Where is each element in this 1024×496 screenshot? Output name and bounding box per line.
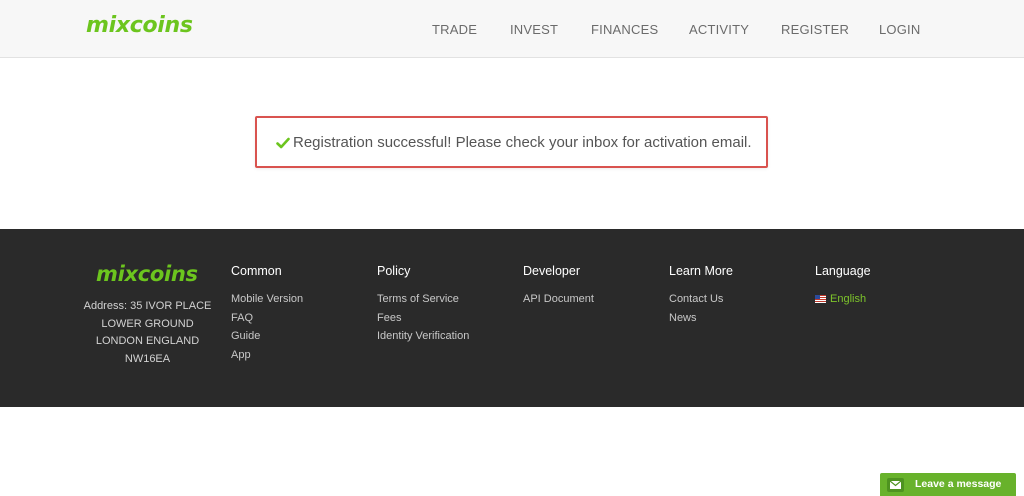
footer-column-learn-more: Learn More Contact Us News [669, 264, 733, 327]
footer-link-mobile-version[interactable]: Mobile Version [231, 290, 303, 309]
us-flag-icon [815, 295, 826, 303]
footer-link-fees[interactable]: Fees [377, 309, 469, 328]
success-message: Registration successful! Please check yo… [293, 134, 752, 151]
footer-column-title: Policy [377, 264, 411, 278]
language-english-link[interactable]: English [815, 290, 871, 309]
footer-link-terms-of-service[interactable]: Terms of Service [377, 290, 469, 309]
nav-activity[interactable]: ACTIVITY [689, 22, 749, 37]
address-line: Address: 35 IVOR PLACE [83, 300, 212, 312]
success-alert: Registration successful! Please check yo… [255, 116, 768, 168]
check-icon [276, 137, 290, 149]
nav-finances[interactable]: FINANCES [591, 22, 658, 37]
footer-link-app[interactable]: App [231, 346, 303, 365]
footer-column-title: Language [815, 264, 871, 278]
footer-link-api-document[interactable]: API Document [523, 290, 594, 309]
footer-link-news[interactable]: News [669, 309, 733, 328]
footer-link-guide[interactable]: Guide [231, 327, 303, 346]
footer-column-title: Developer [523, 264, 580, 278]
address-line: LOWER GROUND [101, 317, 194, 330]
footer-column-title: Learn More [669, 264, 733, 278]
top-navbar: mixcoins TRADE INVEST FINANCES ACTIVITY … [0, 0, 1024, 58]
site-footer: mixcoins Address: 35 IVOR PLACE LOWER GR… [0, 229, 1024, 407]
nav-login[interactable]: LOGIN [879, 22, 920, 37]
footer-link-faq[interactable]: FAQ [231, 309, 303, 328]
leave-message-button[interactable]: Leave a message [880, 473, 1016, 496]
address-line: NW16EA [124, 352, 171, 365]
main-nav: TRADE INVEST FINANCES ACTIVITY REGISTER … [0, 22, 1024, 38]
nav-trade[interactable]: TRADE [432, 22, 477, 37]
company-address: Address: 35 IVOR PLACE LOWER GROUND LOND… [70, 298, 225, 368]
nav-invest[interactable]: INVEST [510, 22, 558, 37]
footer-link-contact-us[interactable]: Contact Us [669, 290, 733, 309]
footer-column-policy: Policy Terms of Service Fees Identity Ve… [377, 264, 469, 346]
envelope-icon [887, 478, 904, 492]
page: mixcoins TRADE INVEST FINANCES ACTIVITY … [0, 0, 1024, 496]
footer-column-common: Common Mobile Version FAQ Guide App [231, 264, 303, 365]
footer-column-developer: Developer API Document [523, 264, 594, 309]
leave-message-label: Leave a message [915, 478, 1002, 490]
nav-register[interactable]: REGISTER [781, 22, 849, 37]
footer-logo: mixcoins [96, 262, 198, 286]
language-label: English [830, 293, 867, 305]
footer-column-language: Language English [815, 264, 871, 309]
footer-column-title: Common [231, 264, 282, 278]
footer-link-identity-verification[interactable]: Identity Verification [377, 327, 469, 346]
address-line: LONDON ENGLAND [95, 335, 200, 347]
